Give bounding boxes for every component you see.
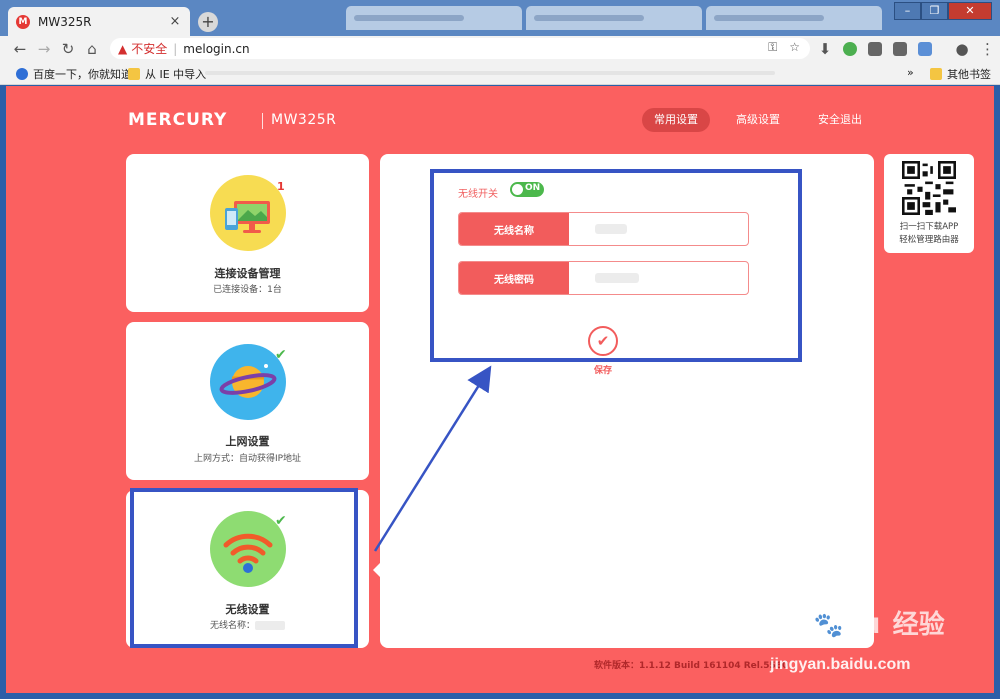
watermark-cn: 经验 xyxy=(892,609,945,639)
watermark-du: du xyxy=(843,607,881,640)
annotation-arrow xyxy=(373,365,492,552)
watermark-logo: Bai🐾du 经验 xyxy=(767,604,945,641)
watermark-bai: Bai xyxy=(767,607,814,640)
watermark-paw-icon: 🐾 xyxy=(813,612,844,639)
watermark-url: jingyan.baidu.com xyxy=(770,656,911,673)
